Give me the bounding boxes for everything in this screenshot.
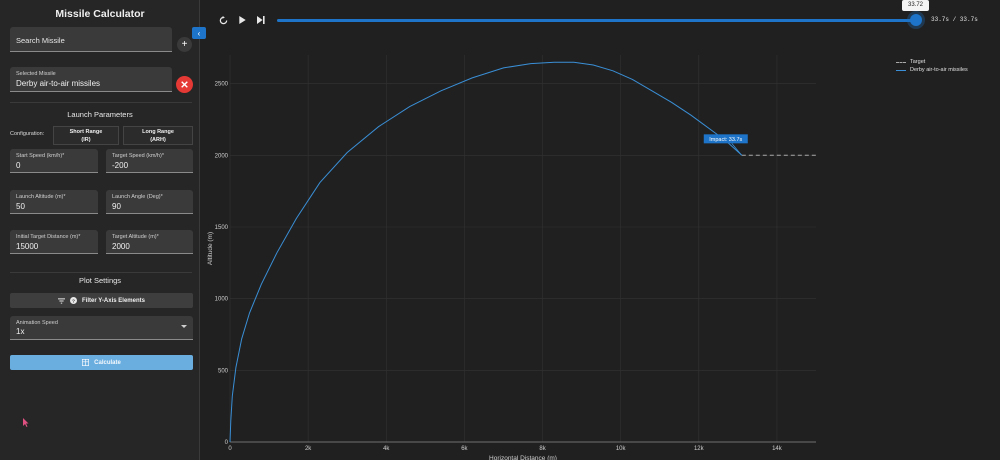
impact-annotation-text: Impact: 33.7s [709,137,742,143]
plus-icon: + [181,38,188,50]
plot-legend[interactable]: Target Derby air-to-air missiles [896,58,968,74]
legend-item-target[interactable]: Target [896,58,968,66]
launch-angle-label: Launch Angle (Deg)* [112,194,163,200]
initial-distance-value: 15000 [16,242,39,251]
play-button[interactable] [235,13,249,27]
search-placeholder: Search Missile [16,36,65,45]
trajectory-plot[interactable]: 0 2k 4k 6k 8k 10k 12k 14k05001000150020002500Ho… [200,40,840,460]
x-tick-label: 6k [461,446,468,452]
y-tick-label: 2000 [215,153,229,159]
start-speed-value: 0 [16,161,21,170]
legend-item-missile[interactable]: Derby air-to-air missiles [896,66,968,74]
x-tick-label: 14k [772,446,783,452]
x-tick-label: 4k [383,446,390,452]
launch-angle-field[interactable]: Launch Angle (Deg)* 90 [106,190,193,214]
calculator-icon [82,359,90,366]
target-altitude-field[interactable]: Target Altitude (m)* 2000 [106,230,193,254]
timeline-slider-track[interactable] [277,19,916,22]
y-tick-label: 2500 [215,82,229,88]
skip-end-icon [257,16,265,24]
config-short-range-line1: Short Range [69,129,103,135]
initial-distance-label: Initial Target Distance (m)* [16,234,81,240]
y-tick-label: 500 [218,368,229,374]
configuration-label: Configuration: [10,131,45,137]
target-speed-label: Target Speed (km/h)* [112,153,164,159]
config-short-range[interactable]: Short Range (IR) [53,126,119,145]
restart-button[interactable] [216,13,230,27]
x-tick-label: 2k [305,446,312,452]
y-axis-label: Altitude (m) [207,232,214,265]
selected-missile-label: Selected Missile [16,71,56,77]
start-speed-field[interactable]: Start Speed (km/h)* 0 [10,149,98,173]
app-title: Missile Calculator [55,8,145,20]
legend-label-target: Target [910,59,926,65]
launch-altitude-label: Launch Altitude (m)* [16,194,66,200]
clear-missile-button[interactable] [176,76,193,93]
animation-speed-value: 1x [16,327,25,336]
svg-text:?: ? [72,298,75,304]
sidebar: Missile Calculator Search Missile + Sele… [0,0,200,460]
config-long-range-line2: (ARH) [150,137,166,143]
filter-y-axis-button[interactable]: ? Filter Y-Axis Elements [10,293,193,308]
close-icon [181,81,188,88]
config-short-range-line2: (IR) [81,137,91,143]
time-readout: 33.7s / 33.7s [931,16,978,23]
divider [10,272,192,273]
filter-icon [58,297,66,304]
missile-trajectory-line [229,61,743,443]
timeline-value-tooltip: 33.72 [902,0,929,11]
legend-swatch-target [896,61,906,63]
calculate-button[interactable]: Calculate [10,355,193,370]
collapse-sidebar-button[interactable]: ‹ [192,27,206,39]
y-tick-label: 1500 [215,225,229,231]
x-axis-label: Horizontal Distance (m) [489,455,557,460]
chevron-left-icon: ‹ [197,28,201,38]
start-speed-label: Start Speed (km/h)* [16,153,65,159]
divider [10,102,192,103]
chevron-down-icon [181,325,187,328]
initial-distance-field[interactable]: Initial Target Distance (m)* 15000 [10,230,98,254]
plot-settings-title: Plot Settings [78,276,122,285]
launch-altitude-value: 50 [16,202,25,211]
y-tick-label: 1000 [215,297,229,303]
search-missile-input[interactable]: Search Missile [10,27,172,52]
launch-altitude-field[interactable]: Launch Altitude (m)* 50 [10,190,98,214]
selected-missile-field[interactable]: Selected Missile Derby air-to-air missil… [10,67,172,92]
impact-arrow [731,143,743,156]
calculate-label: Calculate [94,359,121,366]
legend-label-missile: Derby air-to-air missiles [910,67,968,73]
play-icon [238,16,246,24]
filter-y-axis-label: Filter Y-Axis Elements [82,297,145,304]
animation-speed-label: Animation Speed [16,320,58,326]
selected-missile-value: Derby air-to-air missiles [16,79,101,88]
target-altitude-value: 2000 [112,242,130,251]
x-tick-label: 8k [539,446,546,452]
x-tick-label: 12k [694,446,705,452]
launch-parameters-title: Launch Parameters [67,110,133,119]
target-speed-value: -200 [112,161,129,170]
config-long-range-line1: Long Range [142,129,174,135]
add-missile-button[interactable]: + [177,37,192,52]
target-altitude-label: Target Altitude (m)* [112,234,159,240]
help-icon: ? [70,297,78,304]
timeline-slider-thumb[interactable] [910,14,922,26]
x-tick-label: 0 [228,446,232,452]
x-tick-label: 10k [616,446,627,452]
skip-end-button[interactable] [254,13,268,27]
legend-swatch-missile [896,69,906,71]
config-long-range[interactable]: Long Range (ARH) [123,126,193,145]
launch-angle-value: 90 [112,202,121,211]
mouse-cursor-icon [23,418,29,427]
animation-speed-select[interactable]: Animation Speed 1x [10,316,193,340]
restart-icon [219,15,227,24]
target-speed-field[interactable]: Target Speed (km/h)* -200 [106,149,193,173]
